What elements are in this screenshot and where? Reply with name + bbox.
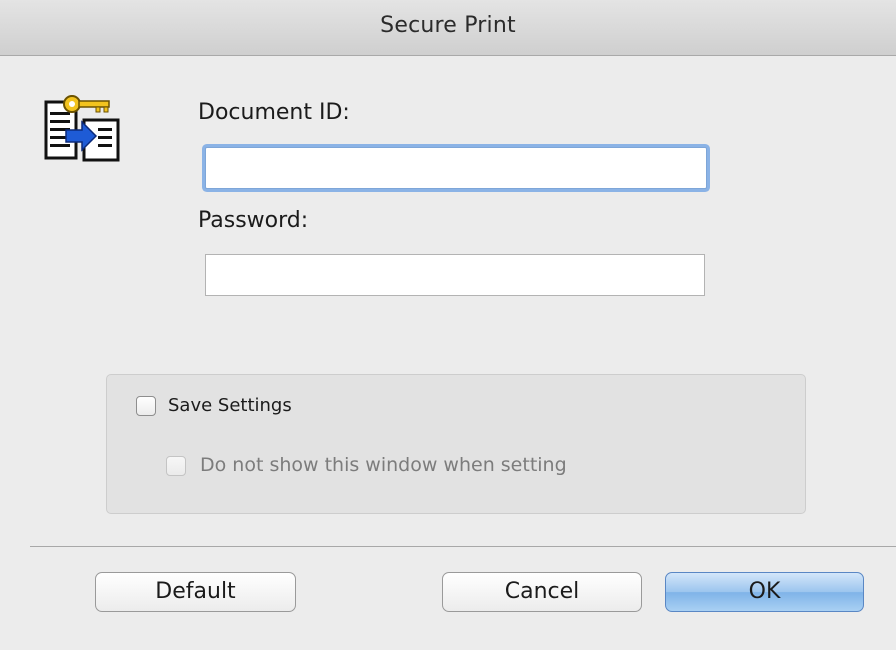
do-not-show-window-checkbox [166,456,186,476]
password-label: Password: [198,208,309,233]
title-bar[interactable]: Secure Print [0,0,896,56]
window-title: Secure Print [380,13,516,38]
document-id-label: Document ID: [198,100,350,125]
cancel-button[interactable]: Cancel [442,572,642,612]
document-id-input[interactable] [205,147,707,189]
ok-button[interactable]: OK [665,572,864,612]
password-input[interactable] [205,254,705,296]
save-settings-label[interactable]: Save Settings [168,395,292,416]
secure-print-key-document-icon [44,95,120,162]
do-not-show-window-label: Do not show this window when setting [200,454,567,476]
button-divider [30,546,896,547]
save-settings-checkbox[interactable] [136,396,156,416]
secure-print-dialog: Secure Print Document ID: Password: Save… [0,0,896,650]
default-button[interactable]: Default [95,572,296,612]
